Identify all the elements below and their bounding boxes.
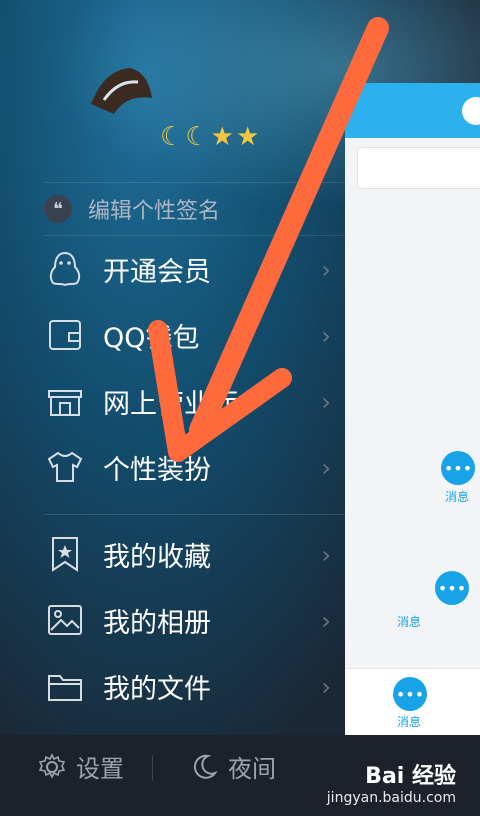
- watermark: Bai 经验 jingyan.baidu.com: [327, 758, 456, 806]
- menu-item-label: 开通会员: [103, 256, 211, 288]
- menu-item-label: 个性装扮: [103, 454, 211, 486]
- chevron-right-icon: ›: [321, 454, 331, 482]
- preview-plus-button[interactable]: [462, 97, 480, 125]
- preview-tabbar: ••• 消息: [345, 668, 480, 736]
- tab-messages-label: 消息: [397, 715, 422, 729]
- preview-conversation-list: ••• 消息 ••• 消息: [345, 193, 480, 673]
- quote-icon: ❝: [44, 195, 72, 223]
- star-badge-icon: ★: [235, 122, 260, 152]
- chevron-right-icon: ›: [321, 322, 331, 350]
- watermark-url: jingyan.baidu.com: [326, 790, 456, 806]
- menu-item-files[interactable]: 我的文件 ›: [0, 653, 345, 719]
- wallet-icon: [49, 320, 81, 350]
- chat-bubble-icon[interactable]: •••: [393, 677, 427, 711]
- menu-item-theme[interactable]: 个性装扮 ›: [0, 434, 345, 500]
- penguin-icon: [49, 251, 81, 287]
- main-screen-preview[interactable]: ••• 消息 ••• 消息 ••• 消息: [345, 83, 480, 736]
- settings-label: 设置: [76, 755, 124, 783]
- watermark-brand: Bai 经验: [365, 764, 456, 789]
- menu-item-favorites[interactable]: 我的收藏 ›: [0, 521, 345, 587]
- menu-item-vip[interactable]: 开通会员 ›: [0, 236, 345, 302]
- night-label: 夜间: [228, 755, 276, 783]
- moon-badge-icon: ☾: [185, 122, 209, 152]
- message-label: 消息: [397, 615, 422, 629]
- moon-badge-icon: ☾: [160, 122, 184, 152]
- chevron-right-icon: ›: [321, 256, 331, 284]
- chat-bubble-icon: •••: [441, 451, 475, 485]
- chevron-right-icon: ›: [321, 541, 331, 569]
- avatar[interactable]: [86, 64, 156, 122]
- drawer-menu: ❝ 编辑个性签名 开通会员 › QQ钱包 › 网上营业厅 › 个性装扮 › 我的…: [0, 182, 345, 719]
- vip-badges[interactable]: ☾ ☾ ★ ★: [160, 122, 259, 152]
- chevron-right-icon: ›: [321, 607, 331, 635]
- preview-titlebar: [345, 83, 480, 138]
- message-label: 消息: [445, 490, 470, 504]
- menu-divider: [44, 514, 345, 515]
- store-icon: [48, 390, 82, 416]
- footer-separator: [152, 755, 153, 781]
- night-mode-button[interactable]: 夜间: [190, 749, 276, 784]
- menu-item-label: 网上营业厅: [103, 388, 238, 420]
- tshirt-icon: [47, 451, 83, 482]
- settings-button[interactable]: 设置: [38, 749, 124, 784]
- menu-item-label: QQ钱包: [103, 322, 200, 354]
- moon-icon: [193, 754, 218, 779]
- star-badge-icon: ★: [210, 122, 234, 152]
- menu-item-label: 我的文件: [103, 673, 211, 705]
- menu-item-label: 我的相册: [103, 607, 211, 639]
- menu-item-wallet[interactable]: QQ钱包 ›: [0, 302, 345, 368]
- folder-icon: [48, 675, 82, 701]
- bookmark-star-icon: [52, 537, 78, 572]
- chat-bubble-icon: •••: [435, 571, 469, 605]
- signature-field[interactable]: ❝ 编辑个性签名: [44, 182, 345, 236]
- photo-icon: [48, 605, 82, 635]
- preview-search-box[interactable]: [357, 147, 480, 189]
- menu-item-label: 我的收藏: [103, 541, 211, 573]
- gear-icon: [38, 752, 66, 779]
- menu-item-store[interactable]: 网上营业厅 ›: [0, 368, 345, 434]
- chevron-right-icon: ›: [321, 673, 331, 701]
- menu-item-album[interactable]: 我的相册 ›: [0, 587, 345, 653]
- signature-placeholder: 编辑个性签名: [88, 199, 221, 224]
- chevron-right-icon: ›: [321, 388, 331, 416]
